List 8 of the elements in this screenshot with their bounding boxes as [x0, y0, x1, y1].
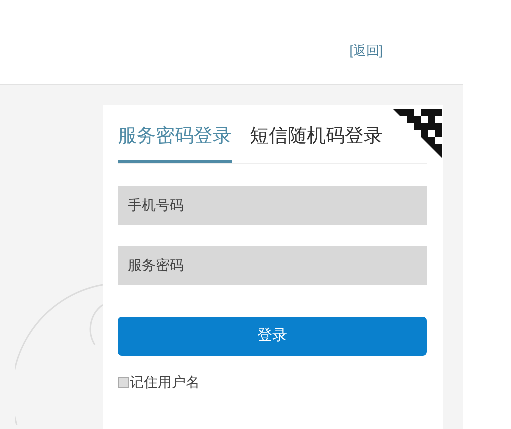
login-tab[interactable]: 服务密码登录 [118, 123, 232, 162]
input-field[interactable]: 服务密码 [118, 246, 427, 284]
remember-checkbox[interactable] [118, 376, 129, 388]
back-link[interactable]: [返回] [350, 41, 383, 61]
login-button[interactable]: 登录 [118, 316, 427, 356]
remember-label: 记住用户名 [130, 372, 200, 392]
input-field[interactable]: 手机号码 [118, 186, 427, 224]
login-tab[interactable]: 短信随机码登录 [250, 123, 383, 162]
